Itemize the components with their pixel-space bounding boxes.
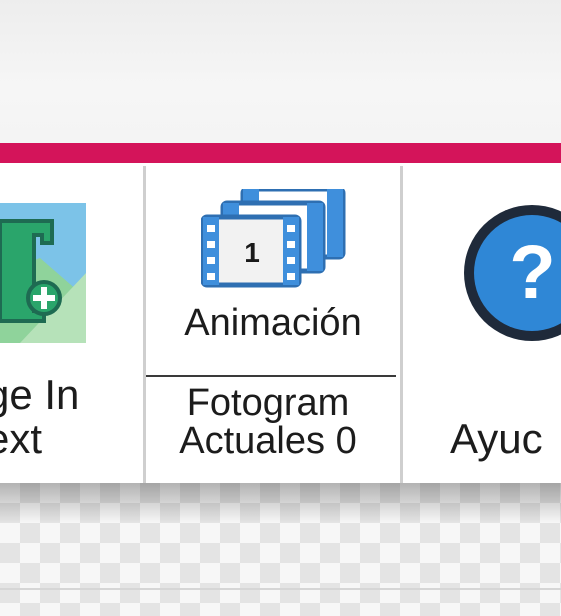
animation-group: 1 Animación Fotogram Actuales 0 xyxy=(146,163,400,483)
film-frames-icon: 1 xyxy=(200,186,346,289)
image-in-text-button[interactable]: ge In ext xyxy=(0,163,143,483)
current-frame-label-line1: Fotogram xyxy=(186,382,350,424)
help-label: Ayuc xyxy=(450,415,543,462)
ribbon-shadow xyxy=(0,483,561,523)
animation-button[interactable]: 1 Animación xyxy=(146,163,400,375)
canvas-edge xyxy=(0,588,561,590)
image-in-text-label-line2: ext xyxy=(0,415,43,462)
image-in-text-label-line1: ge In xyxy=(0,371,80,418)
animation-label: Animación xyxy=(184,302,362,344)
help-glyph: ? xyxy=(509,230,556,315)
frame-number: 1 xyxy=(244,237,260,268)
top-area xyxy=(0,0,561,143)
accent-bar xyxy=(0,143,561,163)
help-button[interactable]: ? Ayuc xyxy=(403,163,561,483)
image-in-text-icon xyxy=(0,203,86,343)
current-frame-label-line2: Actuales 0 xyxy=(179,420,357,462)
help-circle-icon: ? xyxy=(460,201,561,346)
animation-divider xyxy=(146,375,396,377)
